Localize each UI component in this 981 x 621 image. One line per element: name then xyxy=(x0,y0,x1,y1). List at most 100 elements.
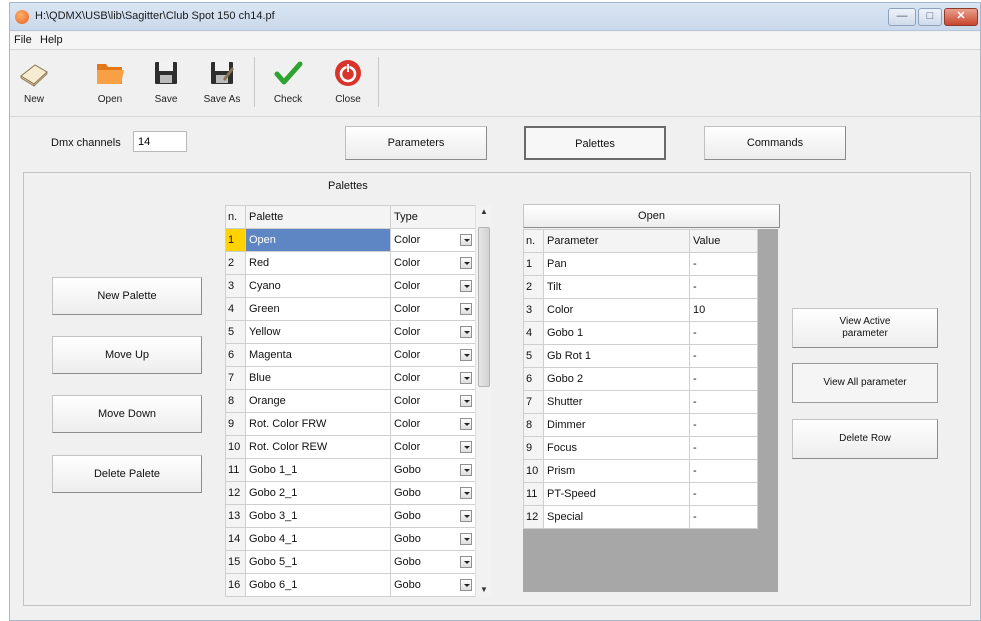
dropdown-arrow-icon[interactable] xyxy=(460,349,472,361)
table-row[interactable]: 7 Shutter - xyxy=(523,390,758,414)
table-row[interactable]: 14 Gobo 4_1 Gobo xyxy=(225,527,476,551)
column-header-n[interactable]: n. xyxy=(523,229,544,253)
palette-type-select[interactable]: Color xyxy=(390,435,476,459)
palette-type-select[interactable]: Color xyxy=(390,412,476,436)
parameter-value-cell[interactable]: - xyxy=(689,275,758,299)
dropdown-arrow-icon[interactable] xyxy=(460,533,472,545)
palette-name-cell[interactable]: Magenta xyxy=(245,343,391,367)
palette-name-cell[interactable]: Rot. Color FRW xyxy=(245,412,391,436)
palette-type-select[interactable]: Color xyxy=(390,297,476,321)
dropdown-arrow-icon[interactable] xyxy=(460,234,472,246)
table-row[interactable]: 5 Yellow Color xyxy=(225,320,476,344)
table-row[interactable]: 4 Green Color xyxy=(225,297,476,321)
dropdown-arrow-icon[interactable] xyxy=(460,326,472,338)
parameter-name-cell[interactable]: Prism xyxy=(543,459,690,483)
table-row[interactable]: 11 Gobo 1_1 Gobo xyxy=(225,458,476,482)
palette-name-cell[interactable]: Green xyxy=(245,297,391,321)
table-row[interactable]: 15 Gobo 5_1 Gobo xyxy=(225,550,476,574)
palette-name-cell[interactable]: Rot. Color REW xyxy=(245,435,391,459)
palette-name-cell[interactable]: Gobo 4_1 xyxy=(245,527,391,551)
table-row[interactable]: 4 Gobo 1- xyxy=(523,321,758,345)
parameter-value-cell[interactable]: - xyxy=(689,321,758,345)
table-row[interactable]: 12 Special - xyxy=(523,505,758,529)
palette-type-select[interactable]: Gobo xyxy=(390,504,476,528)
table-row[interactable]: 5 Gb Rot 1- xyxy=(523,344,758,368)
palette-name-cell[interactable]: Gobo 5_1 xyxy=(245,550,391,574)
tab-palettes[interactable]: Palettes xyxy=(524,126,666,160)
palette-type-select[interactable]: Gobo xyxy=(390,458,476,482)
parameter-name-cell[interactable]: Gb Rot 1 xyxy=(543,344,690,368)
parameter-value-cell[interactable]: - xyxy=(689,459,758,483)
palette-name-cell[interactable]: Gobo 3_1 xyxy=(245,504,391,528)
dmx-channels-input[interactable] xyxy=(133,131,187,152)
tab-commands[interactable]: Commands xyxy=(704,126,846,160)
scroll-down-arrow-icon[interactable]: ▼ xyxy=(476,583,491,597)
parameter-name-cell[interactable]: PT-Speed xyxy=(543,482,690,506)
palette-type-select[interactable]: Color xyxy=(390,251,476,275)
palette-type-select[interactable]: Color xyxy=(390,320,476,344)
new-button[interactable]: New xyxy=(14,54,54,112)
parameter-name-cell[interactable]: Focus xyxy=(543,436,690,460)
dropdown-arrow-icon[interactable] xyxy=(460,395,472,407)
table-row[interactable]: 1 Open Color xyxy=(225,228,476,252)
table-row[interactable]: 6 Gobo 2- xyxy=(523,367,758,391)
dropdown-arrow-icon[interactable] xyxy=(460,372,472,384)
parameter-value-cell[interactable]: - xyxy=(689,436,758,460)
close-window-button[interactable]: ✕ xyxy=(944,8,978,26)
dropdown-arrow-icon[interactable] xyxy=(460,257,472,269)
palette-type-select[interactable]: Gobo xyxy=(390,481,476,505)
tab-parameters[interactable]: Parameters xyxy=(345,126,487,160)
save-button[interactable]: Save xyxy=(148,54,184,112)
palette-type-select[interactable]: Color xyxy=(390,366,476,390)
palette-type-select[interactable]: Color xyxy=(390,343,476,367)
open-button[interactable]: Open xyxy=(90,54,130,112)
table-row[interactable]: 2 Red Color xyxy=(225,251,476,275)
column-header-parameter[interactable]: Parameter xyxy=(543,229,690,253)
move-up-button[interactable]: Move Up xyxy=(52,336,202,374)
palette-name-cell[interactable]: Gobo 2_1 xyxy=(245,481,391,505)
parameter-name-cell[interactable]: Dimmer xyxy=(543,413,690,437)
new-palette-button[interactable]: New Palette xyxy=(52,277,202,315)
table-row[interactable]: 11 PT-Speed - xyxy=(523,482,758,506)
parameter-value-cell[interactable]: - xyxy=(689,413,758,437)
palette-name-cell[interactable]: Cyano xyxy=(245,274,391,298)
table-row[interactable]: 3 Color 10 xyxy=(523,298,758,322)
palette-type-select[interactable]: Color xyxy=(390,389,476,413)
column-header-n[interactable]: n. xyxy=(225,205,246,229)
table-row[interactable]: 2 Tilt - xyxy=(523,275,758,299)
scroll-up-arrow-icon[interactable]: ▲ xyxy=(476,205,491,219)
minimize-button[interactable]: — xyxy=(888,8,916,26)
menu-help[interactable]: Help xyxy=(40,34,63,46)
palette-type-select[interactable]: Gobo xyxy=(390,527,476,551)
parameter-value-cell[interactable]: - xyxy=(689,390,758,414)
parameter-name-cell[interactable]: Color xyxy=(543,298,690,322)
table-row[interactable]: 9 Focus - xyxy=(523,436,758,460)
palette-name-cell[interactable]: Blue xyxy=(245,366,391,390)
table-row[interactable]: 12 Gobo 2_1 Gobo xyxy=(225,481,476,505)
parameter-value-cell[interactable]: - xyxy=(689,367,758,391)
palette-name-cell[interactable]: Yellow xyxy=(245,320,391,344)
close-button[interactable]: Close xyxy=(328,54,368,112)
move-down-button[interactable]: Move Down xyxy=(52,395,202,433)
table-row[interactable]: 8 Dimmer - xyxy=(523,413,758,437)
palette-type-select[interactable]: Gobo xyxy=(390,573,476,597)
parameter-name-cell[interactable]: Special xyxy=(543,505,690,529)
dropdown-arrow-icon[interactable] xyxy=(460,441,472,453)
dropdown-arrow-icon[interactable] xyxy=(460,418,472,430)
palette-name-cell[interactable]: Open xyxy=(245,228,391,252)
parameter-name-cell[interactable]: Tilt xyxy=(543,275,690,299)
table-row[interactable]: 3 Cyano Color xyxy=(225,274,476,298)
dropdown-arrow-icon[interactable] xyxy=(460,579,472,591)
table-row[interactable]: 1 Pan - xyxy=(523,252,758,276)
dropdown-arrow-icon[interactable] xyxy=(460,280,472,292)
table-row[interactable]: 10 Rot. Color REW Color xyxy=(225,435,476,459)
menu-file[interactable]: File xyxy=(14,34,32,46)
palette-name-cell[interactable]: Orange xyxy=(245,389,391,413)
parameter-name-cell[interactable]: Gobo 2 xyxy=(543,367,690,391)
table-row[interactable]: 8 Orange Color xyxy=(225,389,476,413)
save-as-button[interactable]: Save As xyxy=(200,54,244,112)
table-row[interactable]: 10 Prism - xyxy=(523,459,758,483)
palette-name-cell[interactable]: Red xyxy=(245,251,391,275)
dropdown-arrow-icon[interactable] xyxy=(460,487,472,499)
column-header-type[interactable]: Type xyxy=(390,205,476,229)
